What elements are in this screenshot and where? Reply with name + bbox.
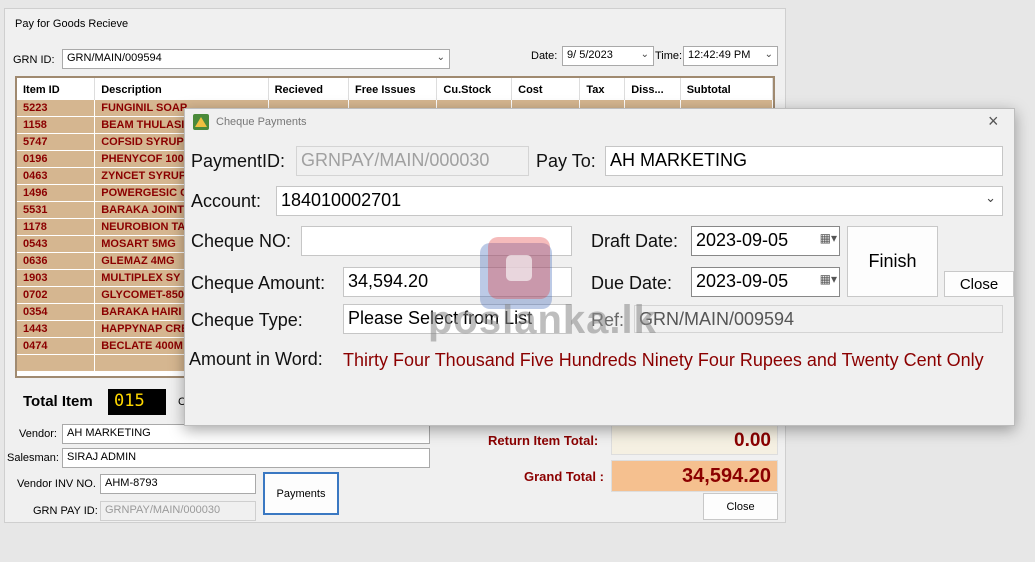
due-date-label: Due Date: bbox=[591, 273, 673, 293]
cheque-no-field[interactable] bbox=[301, 226, 572, 256]
table-cell: 0354 bbox=[17, 303, 96, 321]
window-title: Pay for Goods Recieve bbox=[15, 18, 129, 30]
calendar-icon: ▦▾ bbox=[819, 231, 837, 245]
vendor-inv-label: Vendor INV NO. bbox=[17, 478, 96, 490]
dialog-title: Cheque Payments bbox=[216, 116, 307, 128]
draft-date-label: Draft Date: bbox=[591, 231, 679, 251]
due-date-value: 2023-09-05 bbox=[696, 271, 789, 291]
vendor-label: Vendor: bbox=[19, 428, 57, 440]
cheque-no-label: Cheque NO: bbox=[191, 231, 292, 251]
calendar-icon: ▦▾ bbox=[819, 272, 837, 286]
close-icon[interactable]: × bbox=[988, 111, 999, 132]
table-cell: 0702 bbox=[17, 286, 96, 304]
table-cell: 1178 bbox=[17, 218, 96, 236]
cheque-amount-field[interactable]: 34,594.20 bbox=[343, 267, 572, 297]
table-cell: 0636 bbox=[17, 252, 96, 270]
table-cell: 0463 bbox=[17, 167, 96, 185]
account-select[interactable]: 184010002701 ⌄ bbox=[276, 186, 1003, 216]
date-value: 9/ 5/2023 bbox=[567, 49, 613, 61]
total-item-counter: 015 bbox=[108, 389, 166, 415]
time-picker[interactable]: 12:42:49 PM ⌄ bbox=[683, 46, 778, 66]
grn-pay-field: GRNPAY/MAIN/000030 bbox=[100, 501, 256, 521]
table-cell bbox=[17, 354, 96, 372]
account-value: 184010002701 bbox=[281, 190, 402, 210]
grn-pay-label: GRN PAY ID: bbox=[33, 505, 98, 517]
grn-id-select[interactable]: GRN/MAIN/009594 ⌄ bbox=[62, 49, 450, 69]
finish-button[interactable]: Finish bbox=[847, 226, 938, 297]
main-close-button[interactable]: Close bbox=[703, 493, 778, 520]
column-header[interactable]: Cu.Stock bbox=[436, 78, 513, 100]
amount-word-value: Thirty Four Thousand Five Hundreds Ninet… bbox=[343, 350, 984, 370]
table-cell: 5223 bbox=[17, 100, 96, 117]
grand-total-value: 34,594.20 bbox=[611, 460, 778, 492]
draft-date-value: 2023-09-05 bbox=[696, 230, 789, 250]
chevron-down-icon: ⌄ bbox=[764, 49, 773, 60]
table-cell: 0543 bbox=[17, 235, 96, 253]
dialog-close-button[interactable]: Close bbox=[944, 271, 1014, 297]
payments-button[interactable]: Payments bbox=[263, 472, 339, 515]
column-header[interactable]: Recieved bbox=[268, 78, 350, 100]
ref-field: GRN/MAIN/009594 bbox=[634, 305, 1003, 333]
salesman-field[interactable]: SIRAJ ADMIN bbox=[62, 448, 430, 468]
salesman-label: Salesman: bbox=[7, 452, 59, 464]
cheque-amount-label: Cheque Amount: bbox=[191, 273, 326, 293]
cheque-type-select[interactable]: Please Select from List bbox=[343, 304, 572, 334]
time-label: Time: bbox=[655, 50, 683, 62]
table-cell: 0474 bbox=[17, 337, 96, 355]
payment-id-field: GRNPAY/MAIN/000030 bbox=[296, 146, 529, 176]
column-header[interactable]: Description bbox=[94, 78, 269, 100]
column-header[interactable]: Item ID bbox=[17, 78, 96, 100]
cheque-type-label: Cheque Type: bbox=[191, 310, 303, 330]
table-cell: 0196 bbox=[17, 150, 96, 168]
return-total-value: 0.00 bbox=[611, 425, 778, 455]
chevron-down-icon: ⌄ bbox=[985, 190, 996, 205]
column-header[interactable]: Tax bbox=[579, 78, 626, 100]
date-picker[interactable]: 9/ 5/2023 ⌄ bbox=[562, 46, 654, 66]
column-header[interactable]: Subtotal bbox=[680, 78, 773, 100]
grand-total-label: Grand Total : bbox=[524, 469, 604, 484]
grn-id-value: GRN/MAIN/009594 bbox=[67, 52, 162, 64]
chevron-down-icon: ⌄ bbox=[640, 49, 649, 60]
draft-date-picker[interactable]: 2023-09-05 ▦▾ bbox=[691, 226, 840, 256]
table-cell: 5747 bbox=[17, 133, 96, 151]
pay-to-field[interactable]: AH MARKETING bbox=[605, 146, 1003, 176]
cheque-type-value: Please Select from List bbox=[348, 308, 533, 328]
due-date-picker[interactable]: 2023-09-05 ▦▾ bbox=[691, 267, 840, 297]
cheque-payments-dialog: Cheque Payments × PaymentID: GRNPAY/MAIN… bbox=[184, 108, 1015, 426]
total-item-label: Total Item bbox=[23, 393, 93, 410]
pay-to-label: Pay To: bbox=[536, 151, 596, 171]
date-label: Date: bbox=[531, 50, 558, 62]
chevron-down-icon: ⌄ bbox=[436, 52, 445, 63]
vendor-inv-field[interactable]: AHM-8793 bbox=[100, 474, 256, 494]
table-cell: 5531 bbox=[17, 201, 96, 219]
ref-label: Ref: bbox=[591, 310, 625, 330]
column-header[interactable]: Diss... bbox=[624, 78, 681, 100]
grn-id-label: GRN ID: bbox=[13, 54, 55, 66]
table-cell: 1443 bbox=[17, 320, 96, 338]
vendor-field[interactable]: AH MARKETING bbox=[62, 424, 430, 444]
column-header[interactable]: Free Issues bbox=[348, 78, 438, 100]
table-cell: 1158 bbox=[17, 116, 96, 134]
grid-header-row: Item ID Description Recieved Free Issues Cu.… bbox=[17, 78, 773, 100]
table-cell: 1496 bbox=[17, 184, 96, 202]
account-label: Account: bbox=[191, 191, 262, 211]
column-header[interactable]: Cost bbox=[511, 78, 581, 100]
payment-id-label: PaymentID: bbox=[191, 151, 286, 171]
table-cell: 1903 bbox=[17, 269, 96, 287]
app-icon bbox=[193, 114, 209, 130]
time-value: 12:42:49 PM bbox=[688, 49, 751, 61]
return-total-label: Return Item Total: bbox=[488, 433, 599, 448]
amount-word-label: Amount in Word: bbox=[189, 349, 323, 369]
